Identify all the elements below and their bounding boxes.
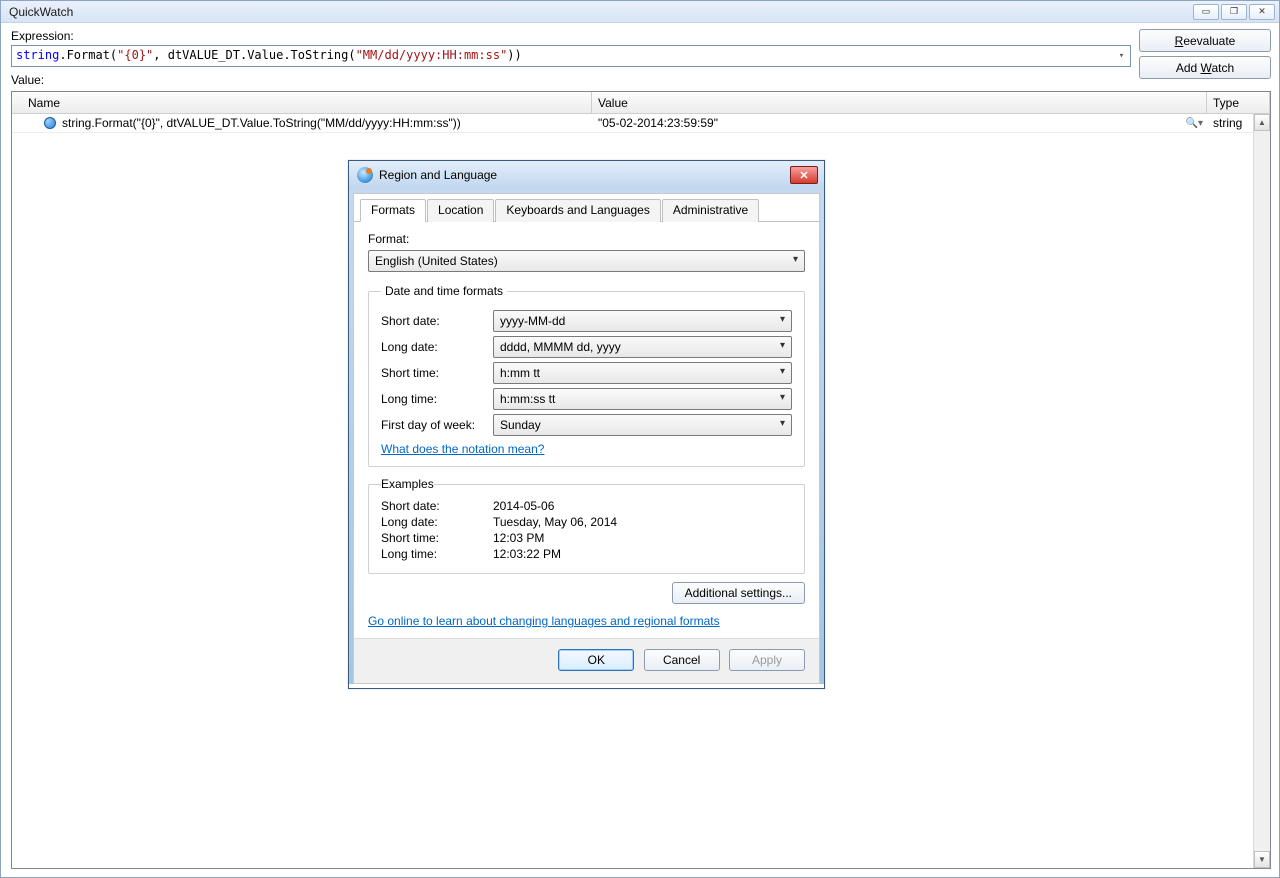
short-time-label: Short time: xyxy=(381,366,493,380)
value-label: Value: xyxy=(11,73,1131,89)
tab-administrative[interactable]: Administrative xyxy=(662,199,759,222)
long-date-label: Long date: xyxy=(381,340,493,354)
add-watch-button[interactable]: Add Watch xyxy=(1139,56,1271,79)
examples-legend: Examples xyxy=(381,477,434,491)
tab-formats[interactable]: Formats xyxy=(360,199,426,222)
ex-long-date-label: Long date: xyxy=(381,515,493,529)
quickwatch-titlebar: QuickWatch ▭ ❐ ✕ xyxy=(1,1,1279,23)
column-value[interactable]: Value xyxy=(592,92,1207,113)
go-online-link[interactable]: Go online to learn about changing langua… xyxy=(368,614,805,628)
row-value: "05-02-2014:23:59:59" xyxy=(598,116,718,130)
dialog-title: Region and Language xyxy=(379,168,790,182)
apply-button[interactable]: Apply xyxy=(729,649,805,671)
tab-location[interactable]: Location xyxy=(427,199,494,222)
expression-label: Expression: xyxy=(11,29,1131,45)
short-date-combo[interactable]: yyyy-MM-dd xyxy=(493,310,792,332)
examples-group: Examples Short date:2014-05-06 Long date… xyxy=(368,477,805,574)
minimize-button[interactable]: ▭ xyxy=(1193,4,1219,20)
scrollbar[interactable]: ▲ ▼ xyxy=(1253,114,1270,868)
ex-long-time-label: Long time: xyxy=(381,547,493,561)
maximize-button[interactable]: ❐ xyxy=(1221,4,1247,20)
short-time-combo[interactable]: h:mm tt xyxy=(493,362,792,384)
magnifier-icon[interactable]: 🔍▾ xyxy=(1186,118,1203,129)
expression-dropdown-icon[interactable]: ▾ xyxy=(1113,46,1130,66)
cancel-button[interactable]: Cancel xyxy=(644,649,720,671)
long-date-combo[interactable]: dddd, MMMM dd, yyyy xyxy=(493,336,792,358)
first-day-combo[interactable]: Sunday xyxy=(493,414,792,436)
notation-link[interactable]: What does the notation mean? xyxy=(381,442,544,456)
dialog-titlebar: Region and Language ✕ xyxy=(349,161,824,189)
tab-strip: Formats Location Keyboards and Languages… xyxy=(354,194,819,222)
expression-input[interactable]: string.Format("{0}", dtVALUE_DT.Value.To… xyxy=(11,45,1131,67)
ex-short-time-label: Short time: xyxy=(381,531,493,545)
long-time-label: Long time: xyxy=(381,392,493,406)
scroll-up-icon[interactable]: ▲ xyxy=(1254,114,1270,131)
format-label: Format: xyxy=(368,232,805,246)
close-button[interactable]: ✕ xyxy=(1249,4,1275,20)
table-row[interactable]: string.Format("{0}", dtVALUE_DT.Value.To… xyxy=(12,114,1270,133)
dialog-close-button[interactable]: ✕ xyxy=(790,166,818,184)
ex-short-time-value: 12:03 PM xyxy=(493,531,544,545)
ex-short-date-value: 2014-05-06 xyxy=(493,499,554,513)
date-time-formats-legend: Date and time formats xyxy=(381,284,507,298)
ex-short-date-label: Short date: xyxy=(381,499,493,513)
ex-long-date-value: Tuesday, May 06, 2014 xyxy=(493,515,617,529)
reevaluate-button[interactable]: Reevaluate xyxy=(1139,29,1271,52)
variable-icon xyxy=(44,117,56,129)
ok-button[interactable]: OK xyxy=(558,649,634,671)
short-date-label: Short date: xyxy=(381,314,493,328)
ex-long-time-value: 12:03:22 PM xyxy=(493,547,561,561)
additional-settings-button[interactable]: Additional settings... xyxy=(672,582,805,604)
region-language-dialog: Region and Language ✕ Formats Location K… xyxy=(348,160,825,689)
column-type[interactable]: Type xyxy=(1207,92,1270,113)
row-name: string.Format("{0}", dtVALUE_DT.Value.To… xyxy=(62,116,461,130)
long-time-combo[interactable]: h:mm:ss tt xyxy=(493,388,792,410)
date-time-formats-group: Date and time formats Short date: yyyy-M… xyxy=(368,284,805,467)
tab-keyboards[interactable]: Keyboards and Languages xyxy=(495,199,660,222)
column-name[interactable]: Name xyxy=(12,92,592,113)
first-day-label: First day of week: xyxy=(381,418,493,432)
scroll-down-icon[interactable]: ▼ xyxy=(1254,851,1270,868)
globe-icon xyxy=(357,167,373,183)
window-title: QuickWatch xyxy=(9,5,1193,19)
format-combo[interactable]: English (United States) xyxy=(368,250,805,272)
